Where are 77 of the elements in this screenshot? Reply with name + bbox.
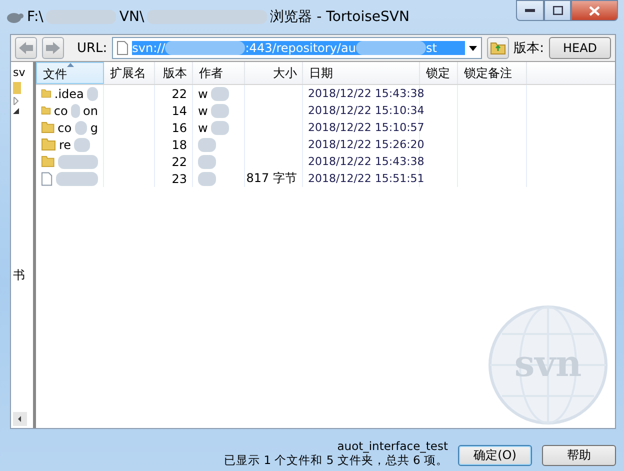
table-cell: 2018/12/22 15:26:20	[308, 138, 424, 151]
expand-arrow-icon	[13, 97, 19, 105]
blurred-region	[198, 172, 216, 186]
table-cell: w	[198, 120, 208, 134]
maximize-icon	[552, 6, 562, 15]
column-header[interactable]: 版本	[155, 62, 193, 84]
table-cell: 23	[172, 172, 187, 186]
revision-button[interactable]: HEAD	[549, 36, 611, 58]
table-cell: 22	[172, 154, 187, 168]
window-title: 浏览器 - TortoiseSVN	[270, 8, 410, 26]
folder-icon	[41, 87, 52, 100]
file-icon	[41, 172, 53, 186]
scroll-left-icon	[13, 412, 27, 426]
column-header[interactable]: 作者	[193, 62, 245, 84]
folder-icon	[13, 82, 21, 94]
column-header[interactable]: 扩展名	[104, 62, 155, 84]
folder-icon	[41, 104, 51, 117]
file-name: co	[54, 104, 68, 118]
table-cell: 14	[172, 104, 187, 118]
table-cell: 2018/12/22 15:10:57	[308, 121, 424, 134]
tree-item[interactable]: 书	[13, 267, 25, 284]
table-cell: 2018/12/22 15:10:34	[308, 104, 424, 117]
folder-icon	[41, 155, 55, 168]
revision-label: 版本:	[514, 40, 544, 57]
blurred-region	[198, 138, 216, 152]
right-arrow-icon	[46, 42, 60, 54]
file-name: .idea	[54, 86, 84, 100]
window-title: F:\	[27, 9, 44, 25]
maximize-button[interactable]	[544, 0, 571, 21]
blurred-region	[58, 154, 98, 168]
table-cell: 2018/12/22 15:43:38	[308, 155, 424, 168]
folder-icon	[41, 138, 56, 151]
status-text: 已显示 1 个文件和 5 文件夹，总共 6 项。	[224, 453, 448, 467]
table-cell: 16	[172, 120, 187, 134]
dialog-button[interactable]: 确定(O)	[458, 445, 532, 466]
table-cell: 817 字节	[246, 170, 297, 187]
column-header[interactable]: 锁定	[420, 62, 458, 84]
folder-icon	[490, 40, 506, 55]
close-icon	[589, 6, 600, 16]
dialog-button[interactable]: 帮助	[542, 445, 616, 466]
minimize-icon	[525, 8, 535, 12]
column-header[interactable]: 日期	[303, 62, 420, 84]
tree-item[interactable]: sv	[13, 66, 26, 79]
file-name: on	[83, 104, 98, 118]
window-title: VN\	[119, 9, 144, 25]
blurred-region	[210, 86, 229, 100]
path-text: auot_interface_test	[337, 439, 448, 453]
collapse-arrow-icon	[13, 108, 19, 114]
column-header[interactable]: 文件	[36, 62, 104, 84]
table-cell: w	[198, 86, 208, 100]
blurred-region	[86, 86, 98, 100]
minimize-button[interactable]	[516, 0, 544, 21]
file-name: g	[90, 120, 98, 134]
blurred-region	[210, 120, 229, 134]
blurred-region	[210, 104, 229, 118]
blurred-region	[74, 138, 90, 152]
url-label: URL:	[77, 40, 108, 56]
file-name: re	[59, 138, 72, 152]
left-arrow-icon	[19, 42, 33, 54]
table-cell: 18	[172, 138, 187, 152]
column-header[interactable]: 大小	[245, 62, 303, 84]
blurred-region	[198, 154, 216, 168]
folder-icon	[41, 121, 55, 134]
column-header[interactable]: 锁定备注	[458, 62, 527, 84]
table-cell: 22	[172, 86, 187, 100]
close-button[interactable]	[571, 0, 618, 21]
file-name: co	[58, 120, 72, 134]
table-cell: 2018/12/22 15:51:51	[308, 172, 424, 185]
open-folder-button[interactable]	[486, 36, 509, 58]
blurred-region	[74, 120, 88, 134]
dropdown-caret-icon	[468, 46, 477, 50]
sort-arrow-icon	[67, 63, 74, 67]
table-cell: w	[198, 104, 208, 118]
blurred-region	[56, 172, 98, 186]
table-cell: 2018/12/22 15:43:38	[308, 87, 424, 100]
blurred-region	[70, 104, 80, 118]
file-icon	[117, 41, 128, 55]
